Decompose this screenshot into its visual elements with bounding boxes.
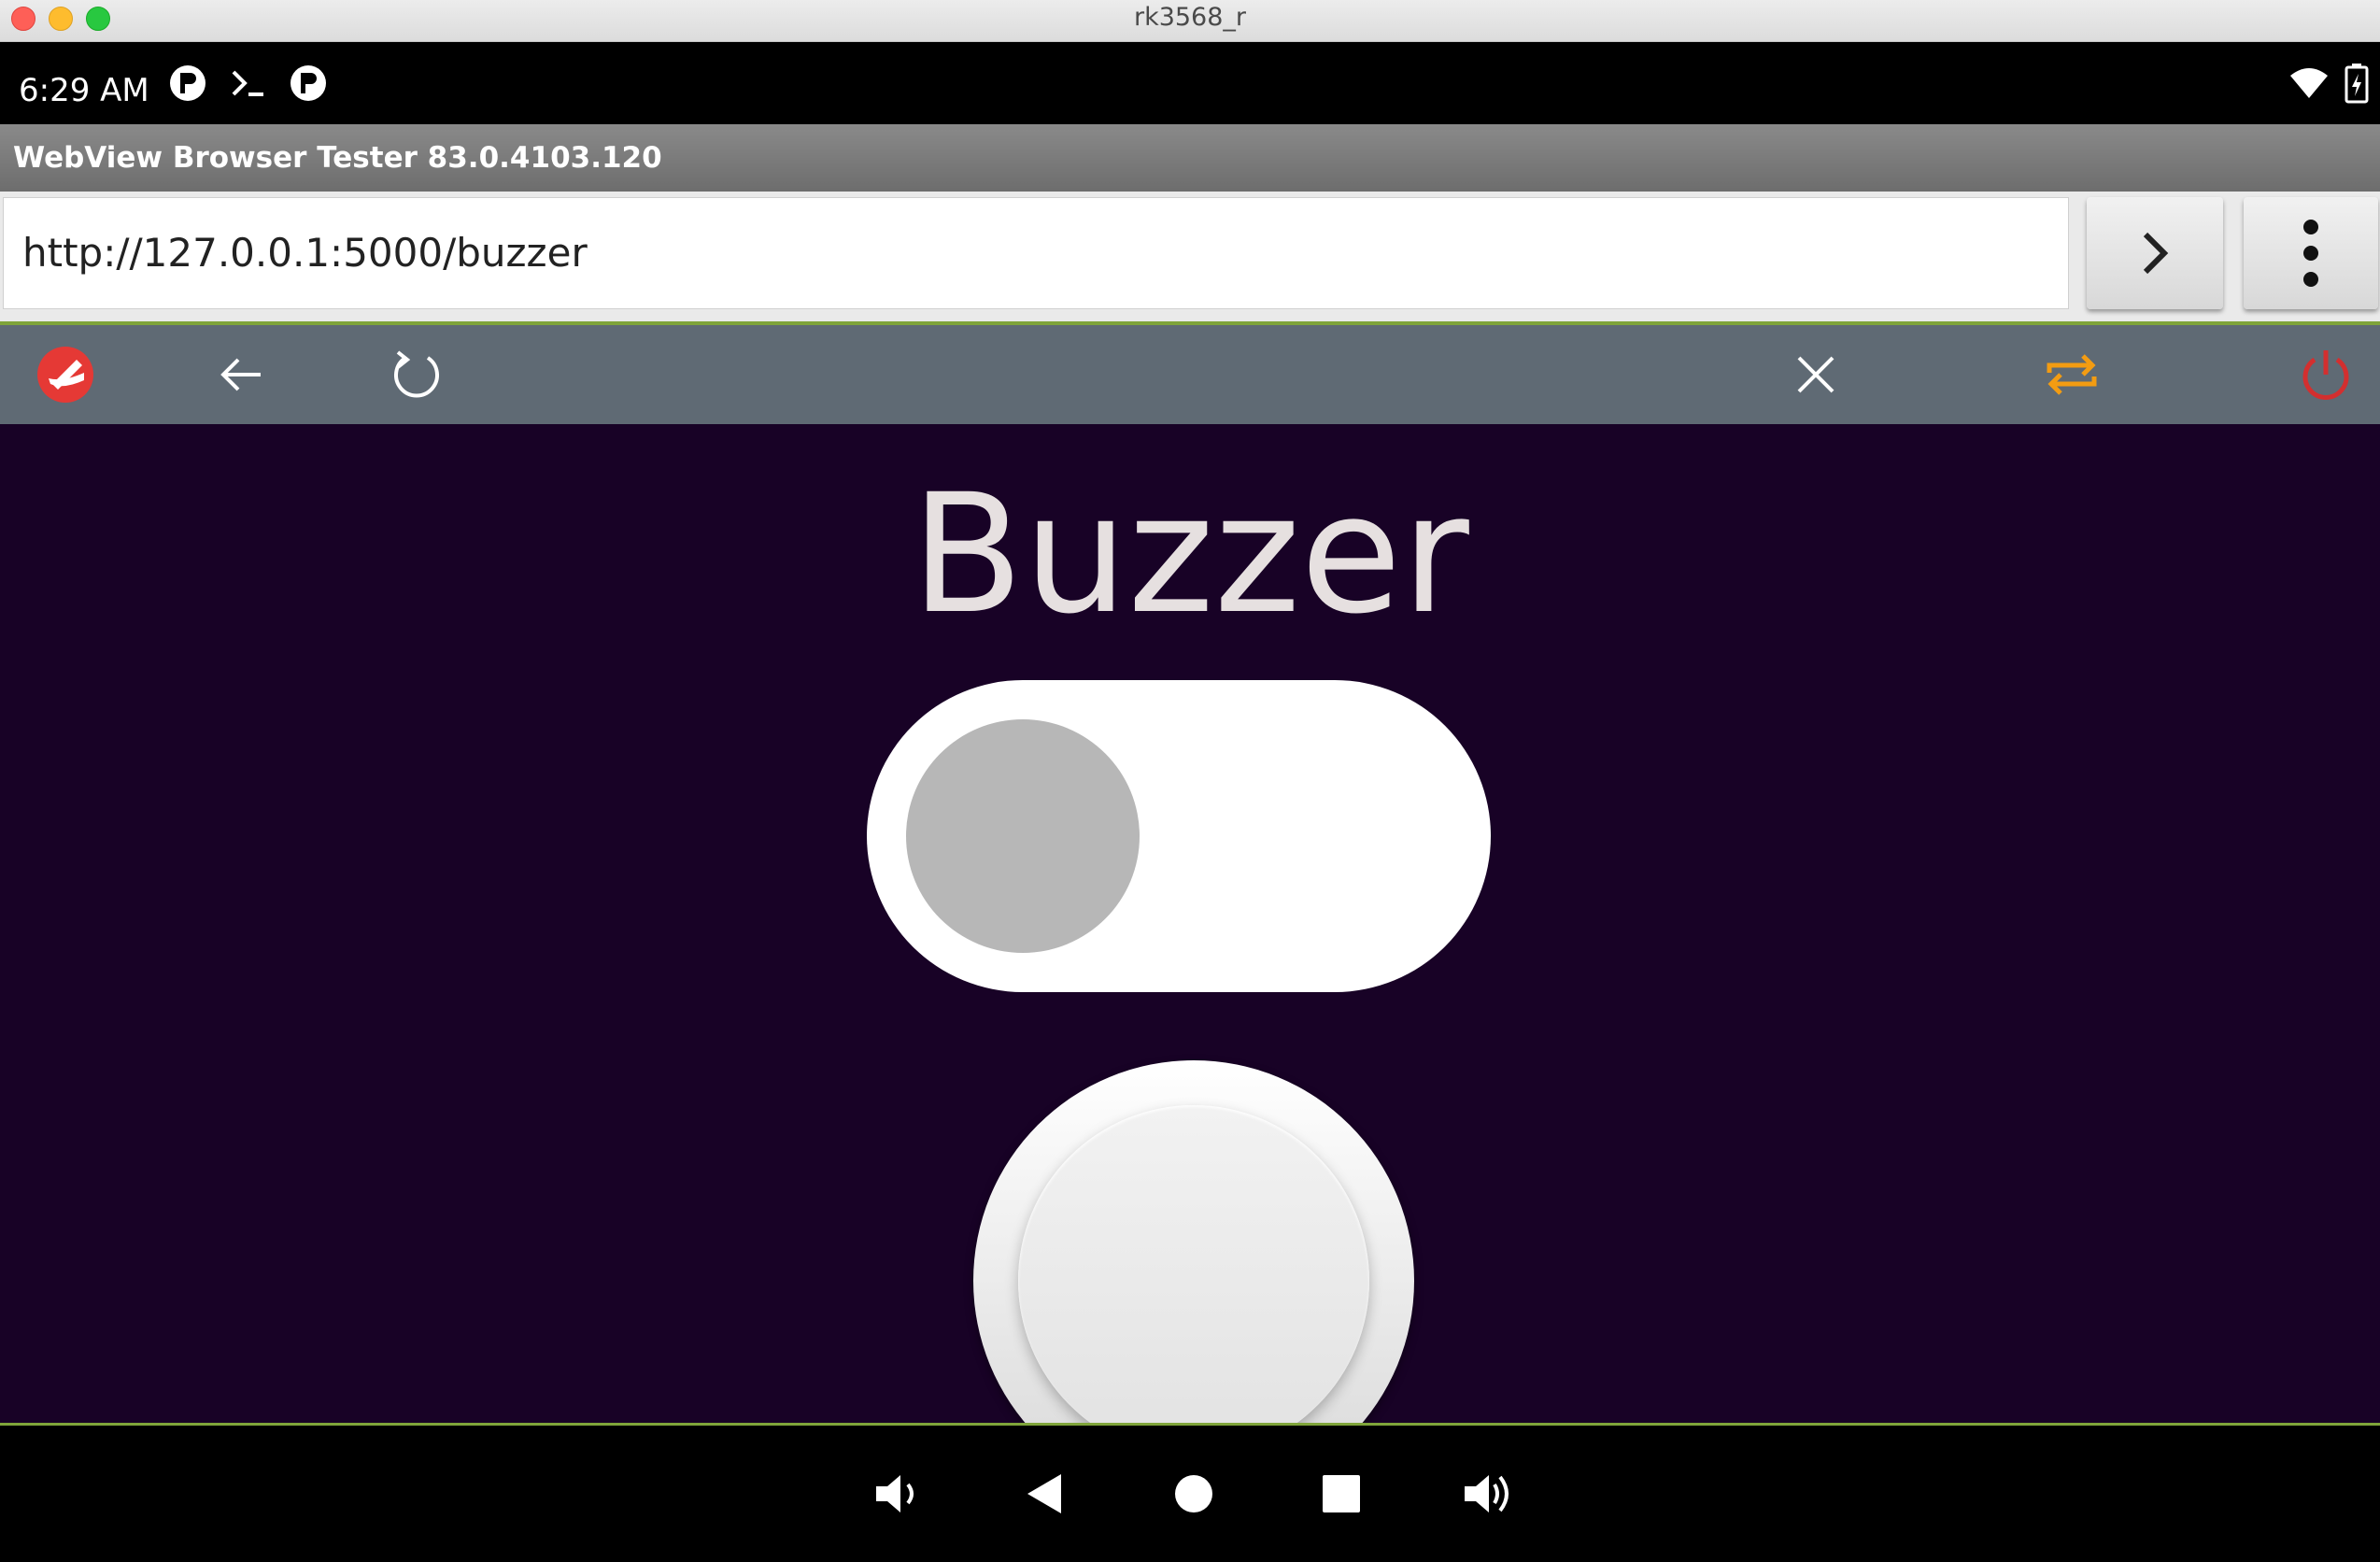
back-arrow-icon[interactable] — [194, 325, 288, 424]
page-title: Buzzer — [911, 459, 1469, 650]
status-time: 6:29 AM — [19, 72, 149, 109]
swap-icon[interactable] — [2025, 325, 2118, 424]
battery-icon — [2345, 42, 2369, 124]
terminal-icon — [230, 42, 267, 124]
toggle-knob[interactable] — [906, 719, 1140, 953]
reload-icon[interactable] — [370, 325, 463, 424]
app-logo-icon[interactable] — [19, 325, 112, 424]
more-vert-icon — [2303, 220, 2318, 287]
power-icon[interactable] — [2279, 325, 2373, 424]
back-icon[interactable] — [998, 1426, 1091, 1562]
mac-title-bar: rk3568_r — [0, 0, 2380, 42]
url-input[interactable]: http://127.0.0.1:5000/buzzer — [3, 197, 2069, 309]
volume-down-icon[interactable] — [850, 1426, 943, 1562]
go-button[interactable] — [2087, 197, 2223, 309]
notification-p-icon — [168, 42, 207, 124]
window-title: rk3568_r — [1133, 3, 1247, 32]
webview: Buzzer — [0, 321, 2380, 1426]
app-title-bar: WebView Browser Tester 83.0.4103.120 — [0, 124, 2380, 192]
volume-up-icon[interactable] — [1442, 1426, 1536, 1562]
home-icon[interactable] — [1147, 1426, 1240, 1562]
chevron-right-icon — [2143, 232, 2169, 275]
app-title: WebView Browser Tester 83.0.4103.120 — [13, 141, 662, 175]
recents-icon[interactable] — [1295, 1426, 1388, 1562]
status-bar: 6:29 AM — [0, 42, 2380, 124]
buzzer-toggle-switch[interactable] — [867, 680, 1491, 992]
android-nav-bar — [0, 1426, 2380, 1562]
url-row: http://127.0.0.1:5000/buzzer — [0, 192, 2380, 322]
notification-p-icon — [289, 42, 328, 124]
buzzer-push-button[interactable] — [973, 1060, 1414, 1423]
overflow-menu-button[interactable] — [2244, 197, 2378, 309]
wifi-icon — [2288, 42, 2330, 124]
push-button-cap[interactable] — [1018, 1105, 1369, 1423]
web-toolbar — [0, 325, 2380, 424]
close-icon[interactable] — [1769, 325, 1863, 424]
